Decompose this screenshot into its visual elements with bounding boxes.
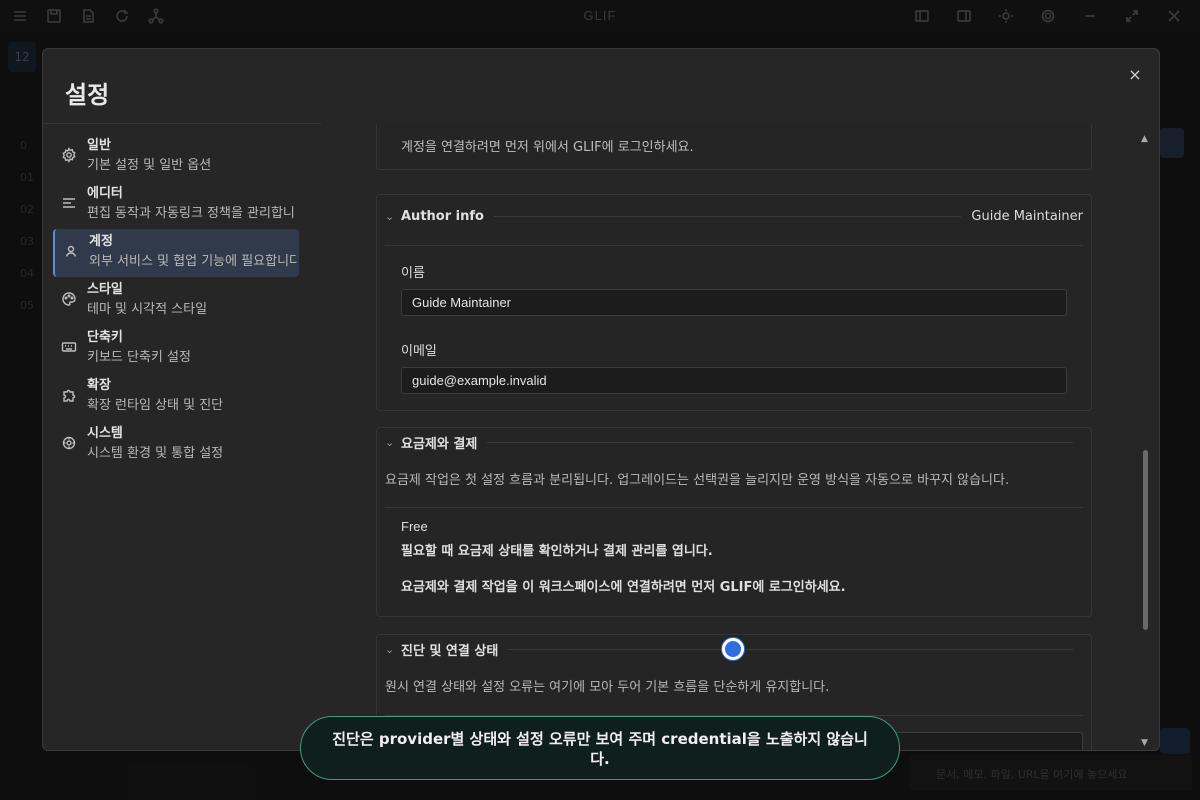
system-gear-icon [61,435,77,451]
nav-description: 기본 설정 및 일반 옵션 [87,158,212,173]
author-summary: Guide Maintainer [971,208,1083,224]
email-label: 이메일 [401,344,437,359]
nav-item-general[interactable]: 일반 기본 설정 및 일반 옵션 [53,133,299,181]
toast-message: 진단은 provider별 상태와 설정 오류만 보여 주며 credentia… [300,716,900,780]
divider [493,215,962,217]
nav-description: 테마 및 시각적 스타일 [87,302,208,317]
nav-item-system[interactable]: 시스템 시스템 환경 및 통합 설정 [53,421,299,469]
text-lines-icon [61,195,77,211]
nav-label: 일반 [87,138,111,153]
palette-icon [61,291,77,307]
nav-label: 시스템 [87,426,123,441]
name-label: 이름 [401,266,425,281]
modal-title: 설정 [65,81,110,109]
name-input[interactable]: Guide Maintainer [401,289,1067,316]
settings-modal: 설정 × 일반 기본 설정 및 일반 옵션 에디터 편집 동작과 자동링크 정책… [42,48,1160,751]
puzzle-icon [61,387,77,403]
nav-label: 단축키 [87,330,123,345]
plan-hint: 필요할 때 요금제 상태를 확인하거나 결제 관리를 엽니다. [401,544,713,559]
divider [508,648,1073,650]
section-title: Author info [401,208,484,224]
nav-item-extensions[interactable]: 확장 확장 런타임 상태 및 진단 [53,373,299,421]
keyboard-icon [61,339,77,355]
billing-section: ⌄ 요금제와 결제 요금제 작업은 첫 설정 흐름과 분리됩니다. 업그레이드는… [376,427,1092,617]
nav-description: 외부 서비스 및 협업 기능에 필요합니다 [89,254,297,269]
login-hint: 계정을 연결하려면 먼저 위에서 GLIF에 로그인하세요. [401,140,694,155]
pointer-indicator [722,638,744,660]
scroll-down-icon[interactable]: ▼ [1141,738,1148,748]
nav-label: 확장 [87,378,111,393]
nav-description: 시스템 환경 및 통합 설정 [87,446,224,461]
author-info-header[interactable]: ⌄ Author info Guide Maintainer [385,205,1083,227]
chevron-down-icon: ⌄ [385,435,395,449]
settings-nav: 일반 기본 설정 및 일반 옵션 에디터 편집 동작과 자동링크 정책을 관리합… [53,133,299,469]
diagnostics-description: 원시 연결 상태와 설정 오류는 여기에 모아 두어 기본 흐름을 단순하게 유… [385,680,830,695]
divider [385,245,1083,246]
plan-name: Free [401,519,428,534]
nav-label: 에디터 [87,186,123,201]
nav-description: 키보드 단축키 설정 [87,350,191,365]
scroll-up-icon[interactable]: ▲ [1141,134,1148,144]
nav-item-style[interactable]: 스타일 테마 및 시각적 스타일 [53,277,299,325]
scrollbar-thumb[interactable] [1143,450,1148,630]
divider [487,441,1073,443]
chevron-down-icon: ⌄ [385,642,395,656]
billing-login-hint: 요금제와 결제 작업을 이 워크스페이스에 연결하려면 먼저 GLIF에 로그인… [401,580,846,595]
nav-item-shortcuts[interactable]: 단축키 키보드 단축키 설정 [53,325,299,373]
billing-header[interactable]: ⌄ 요금제와 결제 [385,431,1083,453]
nav-label: 계정 [89,234,113,249]
section-title: 요금제와 결제 [401,436,478,452]
account-login-card: 계정을 연결하려면 먼저 위에서 GLIF에 로그인하세요. [376,124,1092,170]
email-input[interactable]: guide@example.invalid [401,367,1067,394]
content-scrollbar[interactable]: ▲ ▼ [1141,134,1149,748]
divider [43,123,321,124]
section-title: 진단 및 연결 상태 [401,643,499,659]
author-info-section: ⌄ Author info Guide Maintainer 이름 Guide … [376,194,1092,411]
gear-icon [61,147,77,163]
nav-item-editor[interactable]: 에디터 편집 동작과 자동링크 정책을 관리합니 [53,181,299,229]
user-icon [63,243,79,259]
nav-item-account[interactable]: 계정 외부 서비스 및 협업 기능에 필요합니다 [53,229,299,277]
chevron-down-icon: ⌄ [385,209,395,223]
nav-description: 편집 동작과 자동링크 정책을 관리합니 [87,206,295,221]
billing-description: 요금제 작업은 첫 설정 흐름과 분리됩니다. 업그레이드는 선택권을 늘리지만… [385,473,1010,488]
nav-description: 확장 런타임 상태 및 진단 [87,398,224,413]
divider [385,507,1083,508]
nav-label: 스타일 [87,282,123,297]
close-button[interactable]: × [1125,65,1145,85]
